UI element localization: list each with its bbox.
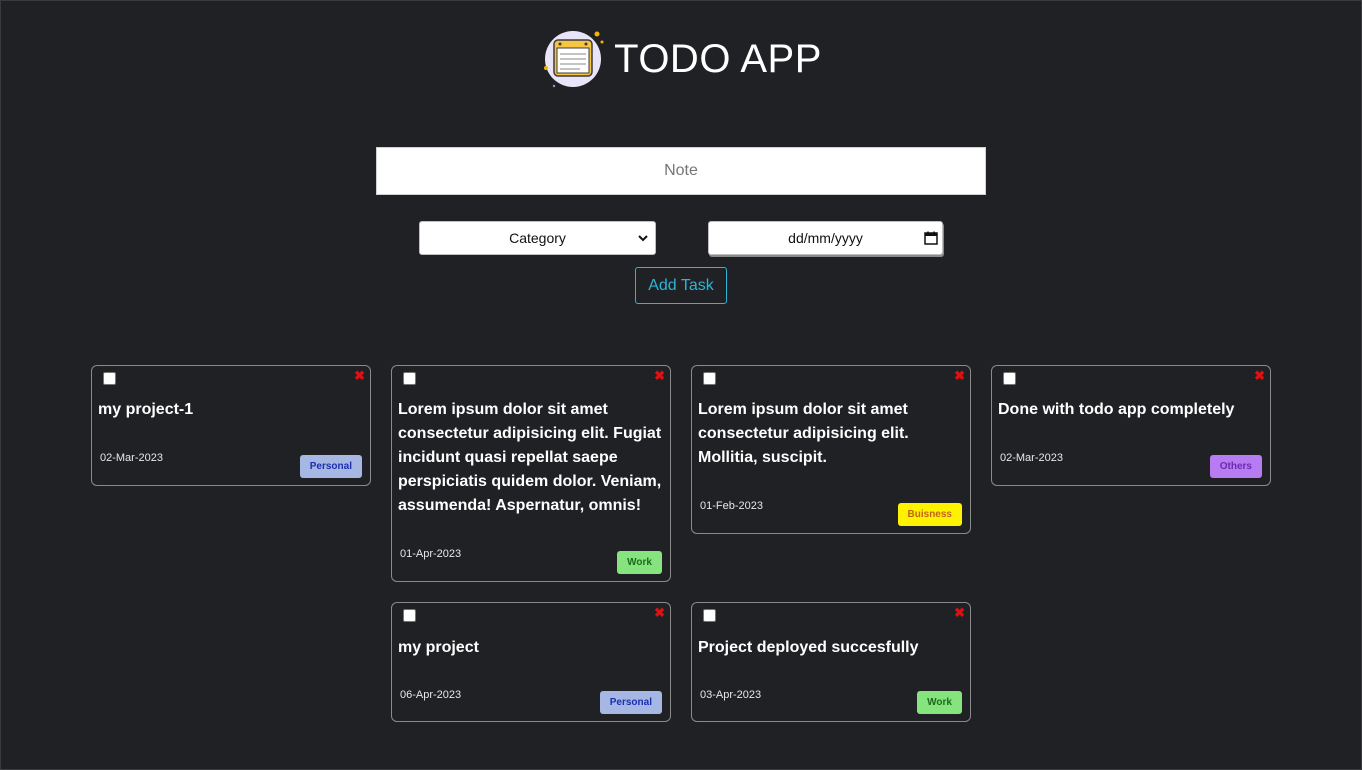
task-date: 01-Apr-2023	[400, 548, 462, 560]
category-badge: Personal	[599, 691, 662, 714]
task-text: Lorem ipsum dolor sit amet consectetur a…	[698, 401, 909, 466]
header: TODO APP	[0, 26, 1362, 92]
task-text: my project-1	[98, 401, 194, 418]
add-task-button[interactable]: Add Task	[635, 267, 727, 304]
task-checkbox[interactable]	[1003, 372, 1016, 385]
task-checkbox[interactable]	[403, 372, 416, 385]
category-select[interactable]: Category	[419, 221, 656, 255]
note-input[interactable]	[376, 147, 986, 195]
category-select-value: Category	[509, 230, 566, 246]
task-card: ✖ Lorem ipsum dolor sit amet consectetur…	[691, 365, 971, 534]
task-date: 01-Feb-2023	[700, 500, 763, 512]
task-date: 02-Mar-2023	[1000, 452, 1063, 464]
category-badge: Buisness	[897, 503, 962, 526]
category-badge: Work	[917, 691, 962, 714]
task-checkbox[interactable]	[703, 609, 716, 622]
task-date: 06-Apr-2023	[400, 689, 462, 701]
task-card: ✖ my project 06-Apr-2023 Personal	[391, 602, 671, 722]
delete-icon[interactable]: ✖	[354, 369, 365, 383]
notepad-icon	[540, 26, 606, 92]
task-card: ✖ Lorem ipsum dolor sit amet consectetur…	[391, 365, 671, 582]
task-text: Project deployed succesfully	[698, 639, 919, 656]
calendar-icon[interactable]	[924, 231, 938, 248]
task-date: 03-Apr-2023	[700, 689, 762, 701]
task-card: ✖ Done with todo app completely 02-Mar-2…	[991, 365, 1271, 486]
task-card: ✖ Project deployed succesfully 03-Apr-20…	[691, 602, 971, 722]
task-text: my project	[398, 639, 479, 656]
category-badge: Work	[617, 551, 662, 574]
delete-icon[interactable]: ✖	[654, 606, 665, 620]
date-input-placeholder: dd/mm/yyyy	[788, 230, 863, 246]
task-checkbox[interactable]	[703, 372, 716, 385]
task-checkbox[interactable]	[103, 372, 116, 385]
category-badge: Personal	[299, 455, 362, 478]
delete-icon[interactable]: ✖	[1254, 369, 1265, 383]
delete-icon[interactable]: ✖	[654, 369, 665, 383]
task-card: ✖ my project-1 02-Mar-2023 Personal	[91, 365, 371, 486]
delete-icon[interactable]: ✖	[954, 606, 965, 620]
category-badge: Others	[1209, 455, 1262, 478]
task-text: Done with todo app completely	[998, 401, 1235, 418]
task-date: 02-Mar-2023	[100, 452, 163, 464]
chevron-down-icon	[637, 231, 649, 247]
task-checkbox[interactable]	[403, 609, 416, 622]
task-text: Lorem ipsum dolor sit amet consectetur a…	[398, 401, 662, 514]
app-title: TODO APP	[614, 36, 822, 81]
date-input[interactable]: dd/mm/yyyy	[708, 221, 943, 255]
delete-icon[interactable]: ✖	[954, 369, 965, 383]
